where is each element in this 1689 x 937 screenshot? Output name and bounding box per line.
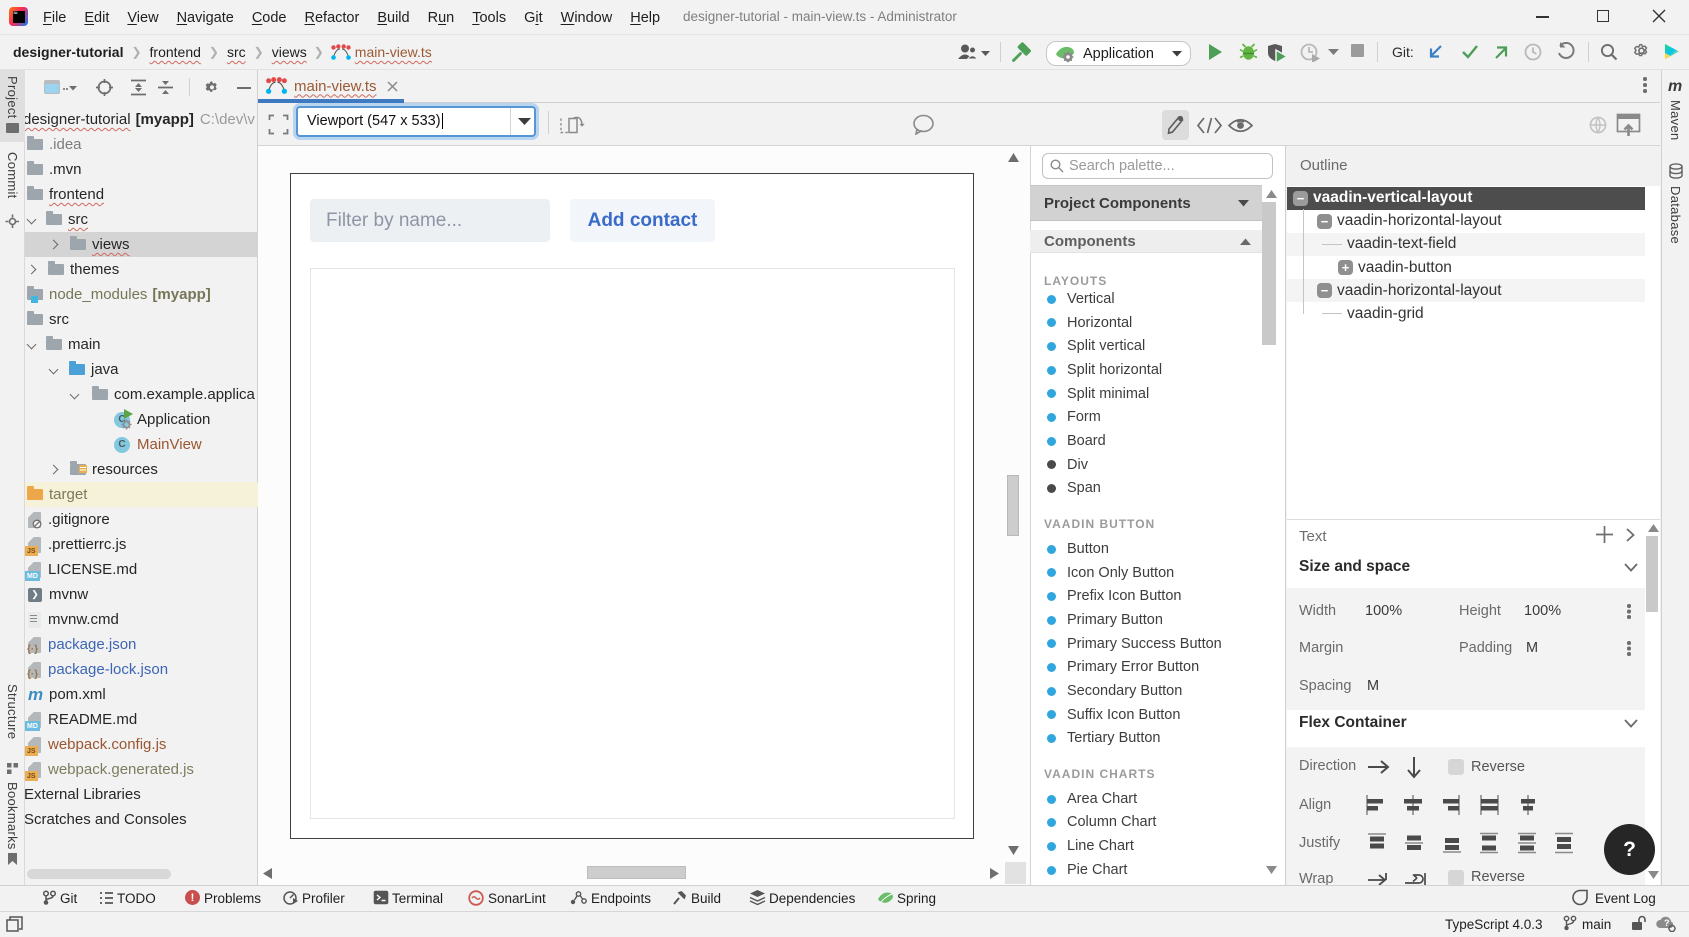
svg-text:?: ? xyxy=(1664,918,1670,928)
